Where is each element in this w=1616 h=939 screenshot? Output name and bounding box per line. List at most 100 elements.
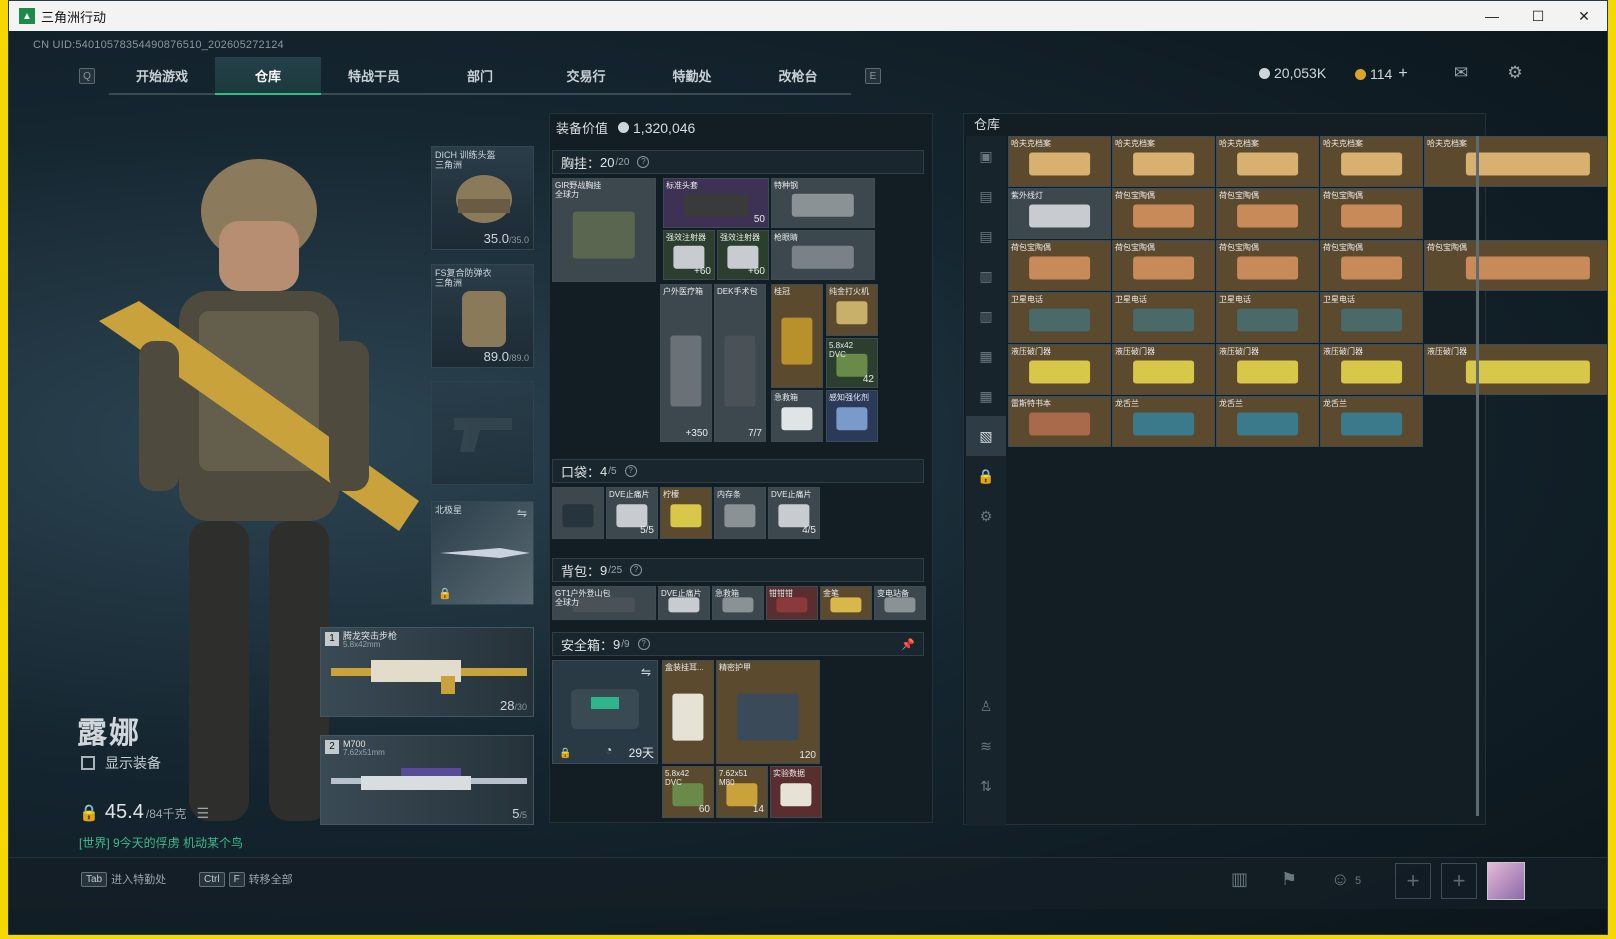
chest-item[interactable]: GIR野战胸挂 全球力 — [552, 178, 656, 282]
list-icon[interactable]: ☰ — [197, 805, 210, 822]
close-button[interactable]: ✕ — [1561, 8, 1607, 25]
stash-item[interactable]: 哈夫克档案 — [1216, 136, 1319, 187]
secondary-weapon-slot[interactable]: 2 M700 7.62x51mm 5/5 — [320, 735, 534, 825]
chest-item[interactable]: 强效注射器 +60 — [663, 230, 715, 280]
stash-scrollbar[interactable] — [1476, 136, 1479, 816]
maximize-button[interactable]: ☐ — [1515, 8, 1561, 25]
pocket-item[interactable]: 柠檬 — [660, 487, 712, 539]
stash-item[interactable]: 液压破门器 — [1008, 344, 1111, 395]
stash-item[interactable]: 液压破门器 — [1320, 344, 1423, 395]
pin-icon[interactable]: 📌 — [901, 638, 915, 651]
token-balance[interactable]: 114 + — [1355, 65, 1408, 83]
stash-tab-2[interactable]: ▤ — [966, 176, 1006, 216]
armor-slot[interactable]: FS复合防弹衣 三角洲 89.0/89.0 — [431, 264, 534, 368]
flag-icon[interactable]: ⚑ — [1281, 869, 1297, 890]
chest-item[interactable]: 感知强化剂 — [826, 390, 878, 442]
stash-item[interactable]: 哈夫克档案 — [1008, 136, 1111, 187]
stash-item[interactable]: 液压破门器 — [1112, 344, 1215, 395]
stash-item[interactable]: 荷包宝陶偶 — [1112, 188, 1215, 239]
help-icon[interactable]: ? — [637, 638, 650, 650]
stash-person-icon[interactable]: ♙ — [966, 686, 1006, 726]
stash-tab-4[interactable]: ▥ — [966, 256, 1006, 296]
stash-item[interactable]: 荷包宝陶偶 — [1008, 240, 1111, 291]
pistol-slot-empty[interactable] — [431, 381, 534, 485]
show-equipment-checkbox[interactable] — [81, 756, 95, 770]
stash-item[interactable]: 卫星电话 — [1008, 292, 1111, 343]
stash-item[interactable]: 液压破门器 — [1216, 344, 1319, 395]
help-icon[interactable]: ? — [624, 465, 637, 477]
stash-item[interactable]: 荷包宝陶偶 — [1320, 188, 1423, 239]
stash-tab-6[interactable]: ▦ — [966, 336, 1006, 376]
stash-item[interactable]: 荷包宝陶偶 — [1112, 240, 1215, 291]
stash-item[interactable]: 液压破门器 — [1424, 344, 1607, 395]
chest-item[interactable]: DEK手术包 7/7 — [714, 284, 766, 442]
chest-item[interactable]: 特种钢 — [771, 178, 875, 228]
stash-item[interactable]: 卫星电话 — [1216, 292, 1319, 343]
stash-item[interactable]: 荷包宝陶偶 — [1320, 240, 1423, 291]
chest-item[interactable]: 枪眼睛 — [771, 230, 875, 280]
safe-box-item-cell[interactable]: 精密护甲 120 — [716, 660, 820, 764]
invite-slot-2[interactable]: + — [1441, 863, 1477, 899]
stash-tab-7[interactable]: ▦ — [966, 376, 1006, 416]
stash-item[interactable]: 荷包宝陶偶 — [1216, 188, 1319, 239]
chest-item[interactable]: 纯金打火机 — [826, 284, 878, 336]
help-icon[interactable]: ? — [637, 156, 650, 168]
tab-special-ops[interactable]: 特勤处 — [639, 57, 745, 95]
world-chat-line[interactable]: [世界] 9今天的俘虏 机动某个鸟 — [79, 834, 243, 851]
stash-item[interactable]: 龙舌兰 — [1216, 396, 1319, 447]
stash-lock-icon[interactable]: 🔒 — [966, 456, 1006, 496]
stash-item[interactable]: 紫外线灯 — [1008, 188, 1111, 239]
backpack-item[interactable]: 金笔 — [820, 586, 872, 620]
stash-gear-icon[interactable]: ⚙ — [966, 496, 1006, 536]
pocket-item[interactable]: DVE止痛片 5/5 — [606, 487, 658, 539]
chest-item[interactable]: 户外医疗箱 +350 — [660, 284, 712, 442]
backpack-item[interactable]: DVE止痛片 — [658, 586, 710, 620]
tab-warehouse[interactable]: 仓库 — [215, 57, 321, 95]
show-equipment-toggle[interactable]: 显示装备 — [81, 753, 161, 773]
pocket-item[interactable]: DVE止痛片 4/5 — [768, 487, 820, 539]
backpack-item[interactable]: GT1户外登山包 全球力 — [552, 586, 656, 620]
stash-item[interactable]: 哈夫克档案 — [1424, 136, 1607, 187]
backpack-item[interactable]: 钳钳钳 — [766, 586, 818, 620]
chest-item[interactable]: 5.8x42 DVC 42 — [826, 338, 878, 388]
stash-item[interactable]: 哈夫克档案 — [1112, 136, 1215, 187]
mail-icon[interactable]: ✉ — [1449, 63, 1473, 83]
backpack-item[interactable]: 变电站备 — [874, 586, 926, 620]
stash-item[interactable]: 卫星电话 — [1112, 292, 1215, 343]
chest-item[interactable]: 桂冠 — [771, 284, 823, 388]
pocket-item[interactable] — [552, 487, 604, 539]
safe-box-item-cell[interactable]: 实验数据 — [770, 766, 822, 818]
chest-item[interactable]: 急救箱 — [771, 390, 823, 442]
tab-gunsmith[interactable]: 改枪台 — [745, 57, 851, 95]
chest-item[interactable]: 强效注射器 +60 — [717, 230, 769, 280]
safe-box-item[interactable]: ⇋ 🔒 ◔ 29天 — [552, 660, 658, 764]
safe-box-item-cell[interactable]: 盒装挂耳... — [662, 660, 714, 764]
pocket-item[interactable]: 内存条 — [714, 487, 766, 539]
backpack-item[interactable]: 急救箱 — [712, 586, 764, 620]
stash-item[interactable]: 雷斯特书本 — [1008, 396, 1111, 447]
swap-icon[interactable]: ⇋ — [517, 506, 527, 520]
hint-transfer-all[interactable]: Ctrl F 转移全部 — [199, 871, 293, 887]
swap-icon[interactable]: ⇋ — [641, 665, 651, 679]
stash-tab-5[interactable]: ▥ — [966, 296, 1006, 336]
stash-layers-icon[interactable]: ≋ — [966, 726, 1006, 766]
coin-balance[interactable]: 20,053K — [1259, 65, 1326, 81]
stash-item[interactable]: 卫星电话 — [1320, 292, 1423, 343]
tab-next-key[interactable]: E — [865, 68, 881, 84]
stash-sort-icon[interactable]: ⇅ — [966, 766, 1006, 806]
melee-slot[interactable]: 北极星 ⇋ 🔒 — [431, 501, 534, 605]
hint-enter-special-ops[interactable]: Tab 进入特勤处 — [81, 871, 166, 887]
stash-item[interactable]: 哈夫克档案 — [1320, 136, 1423, 187]
tab-operators[interactable]: 特战干员 — [321, 57, 427, 95]
stash-tab-1[interactable]: ▣ — [966, 136, 1006, 176]
help-icon[interactable]: ? — [630, 564, 643, 576]
minimize-button[interactable]: — — [1469, 8, 1515, 25]
stash-item[interactable]: 荷包宝陶偶 — [1216, 240, 1319, 291]
stash-tab-8[interactable]: ▧ — [966, 416, 1006, 456]
helmet-slot[interactable]: DICH 训练头盔 三角洲 35.0/35.0 — [431, 146, 534, 250]
settings-gear-icon[interactable]: ⚙ — [1503, 63, 1527, 83]
tab-prev-key[interactable]: Q — [79, 68, 95, 84]
primary-weapon-slot[interactable]: 1 腾龙突击步枪 5.8x42mm 28/30 — [320, 627, 534, 717]
tab-start-game[interactable]: 开始游戏 — [109, 57, 215, 95]
invite-slot-1[interactable]: + — [1395, 863, 1431, 899]
